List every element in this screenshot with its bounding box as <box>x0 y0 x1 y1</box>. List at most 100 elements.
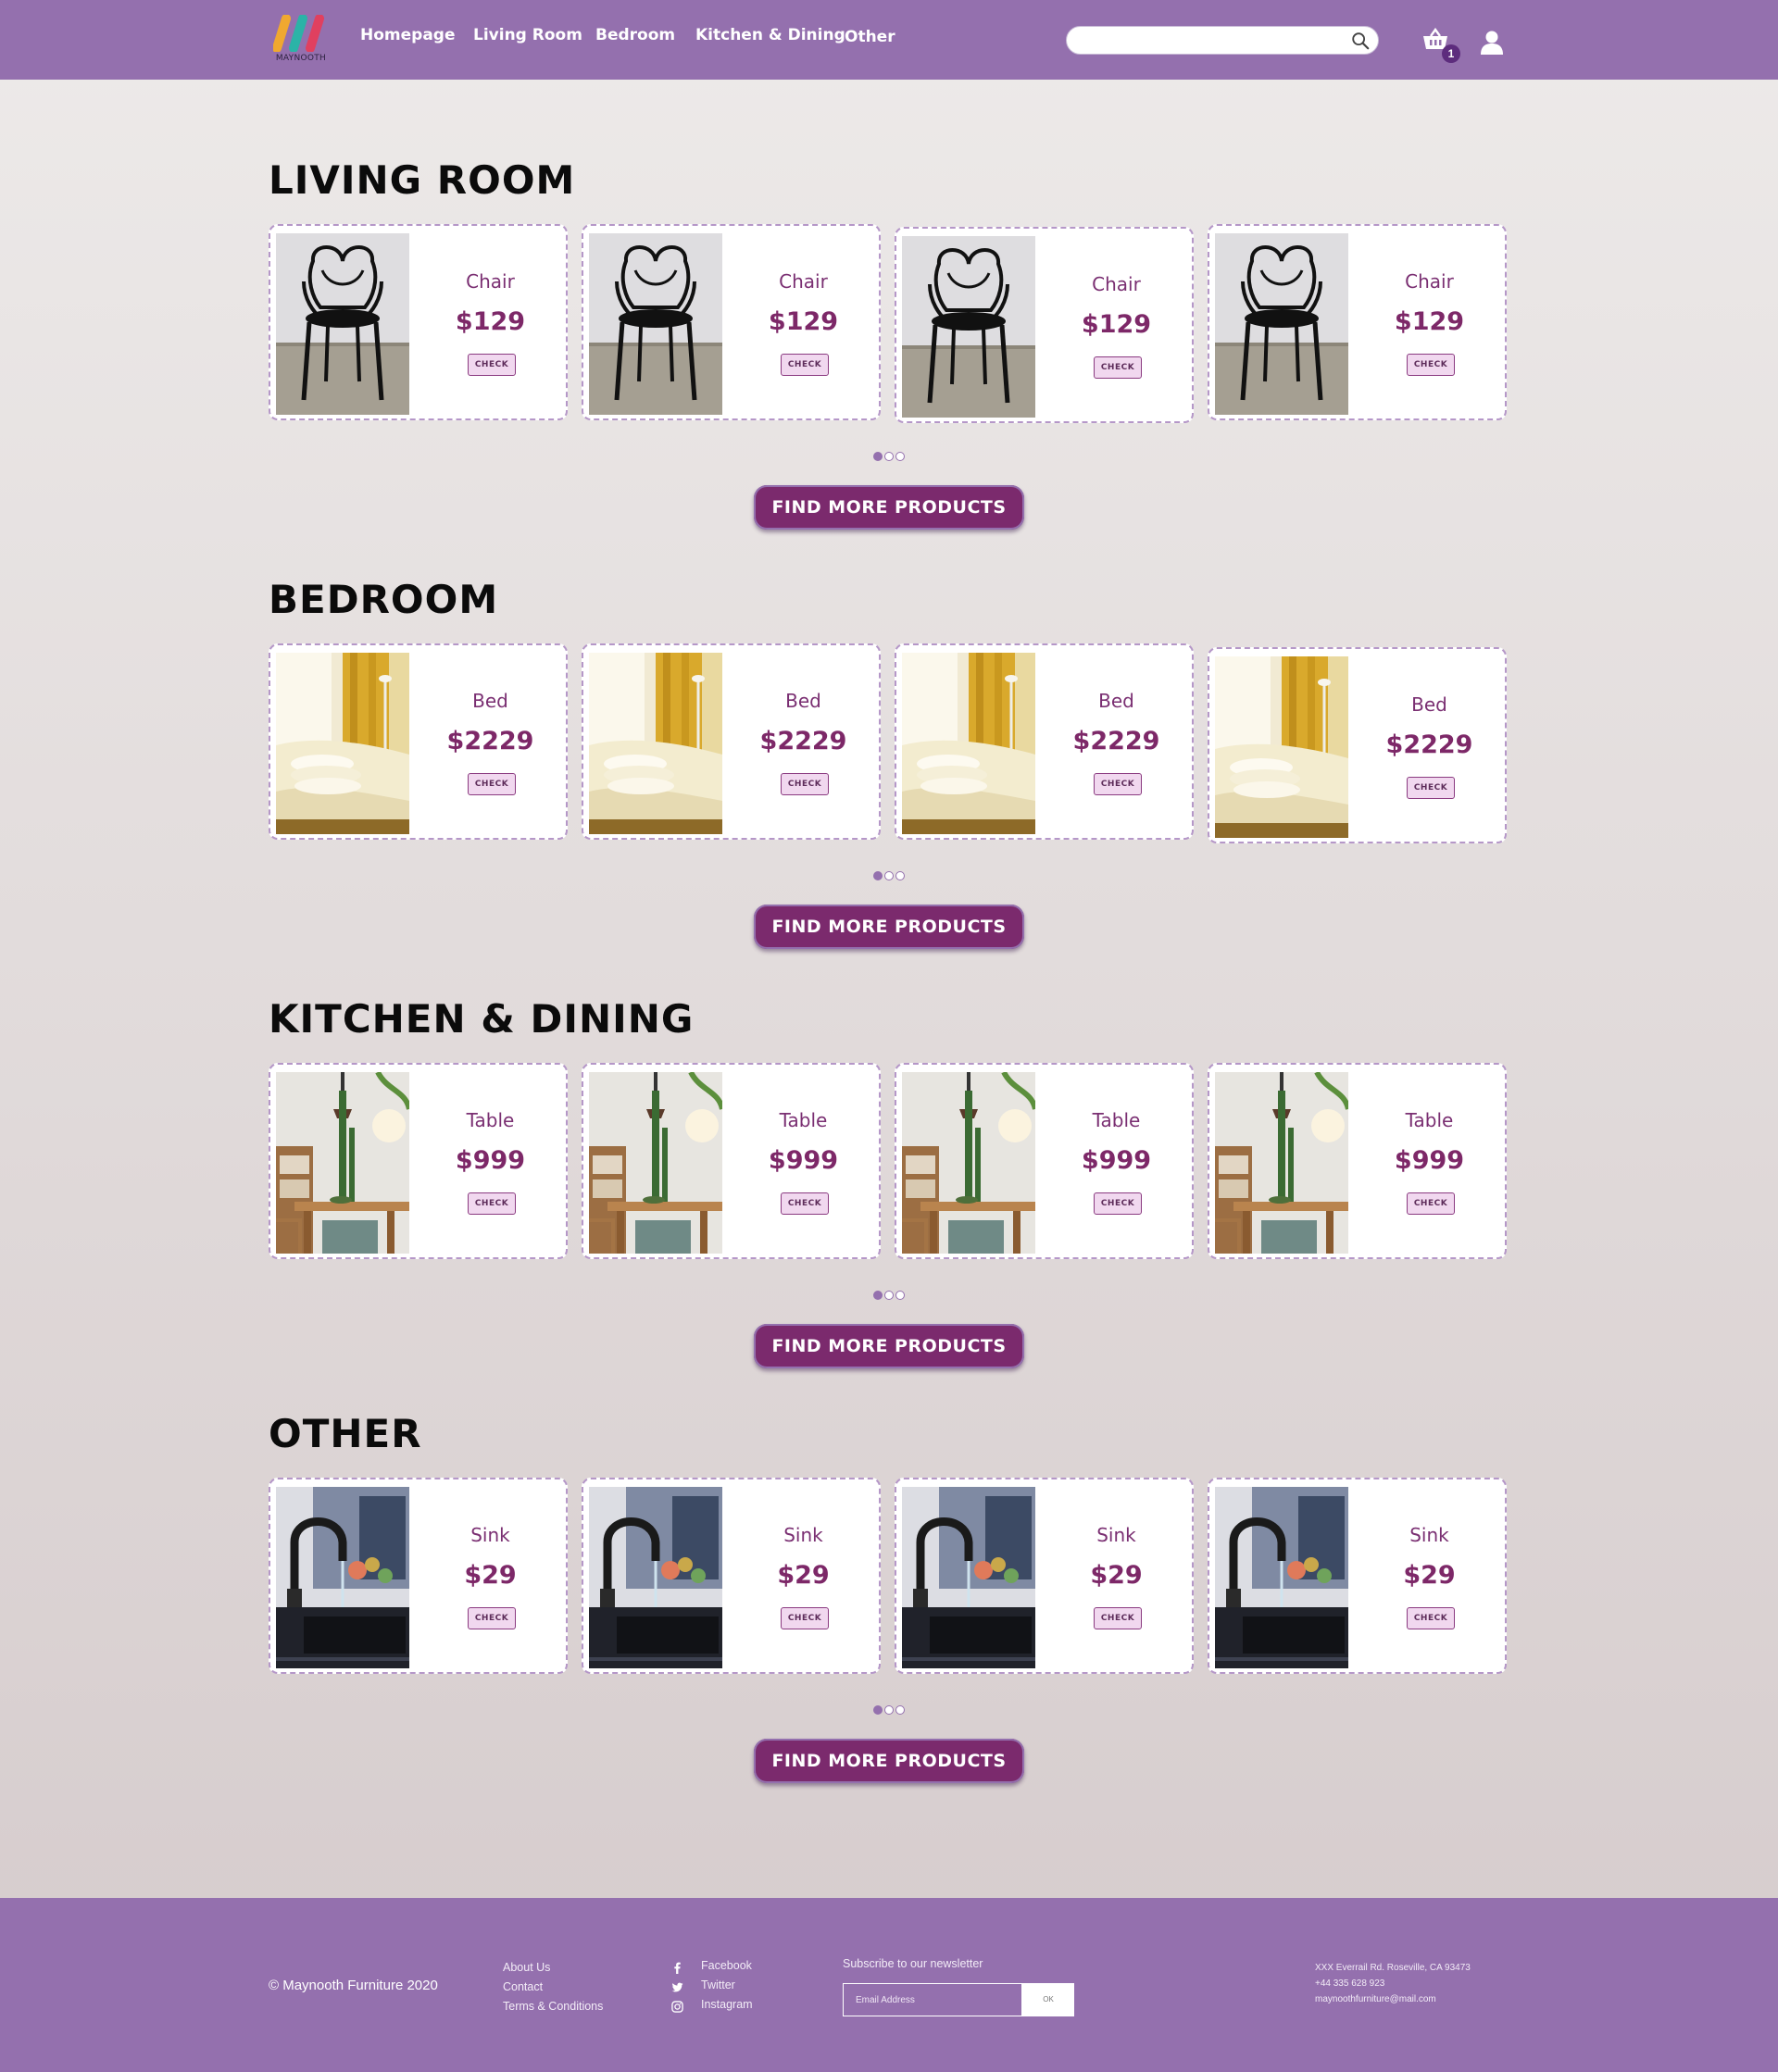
carousel-dot[interactable] <box>895 1705 905 1715</box>
footer-link-about[interactable]: About Us <box>503 1961 603 1980</box>
carousel-dot[interactable] <box>884 452 894 461</box>
social-label: Twitter <box>701 1978 735 1991</box>
find-more-products-button[interactable]: FIND MORE PRODUCTS <box>754 1739 1024 1783</box>
product-name: Sink <box>1409 1524 1449 1546</box>
footer: © Maynooth Furniture 2020 About Us Conta… <box>0 1898 1778 2072</box>
subscribe-ok-button[interactable]: OK <box>1022 1983 1074 2016</box>
product-card[interactable]: Sink $29 CHECK <box>895 1478 1194 1674</box>
product-name: Table <box>1092 1109 1141 1131</box>
cart-count-badge: 1 <box>1442 44 1460 63</box>
product-price: $29 <box>777 1561 830 1590</box>
section-title: BEDROOM <box>269 577 499 622</box>
check-button[interactable]: CHECK <box>468 1192 516 1215</box>
carousel-dot[interactable] <box>895 452 905 461</box>
carousel-dot[interactable] <box>873 452 883 461</box>
footer-link-terms[interactable]: Terms & Conditions <box>503 2000 603 2019</box>
product-price: $2229 <box>1385 730 1473 759</box>
search-icon[interactable] <box>1350 31 1371 51</box>
product-image <box>589 1072 722 1254</box>
product-card[interactable]: Bed $2229 CHECK <box>1208 647 1507 843</box>
product-name: Bed <box>785 690 821 712</box>
product-card[interactable]: Chair $129 CHECK <box>1208 224 1507 420</box>
logo-icon <box>273 15 324 52</box>
carousel-dot[interactable] <box>884 871 894 880</box>
check-button[interactable]: CHECK <box>468 354 516 376</box>
product-price: $29 <box>1090 1561 1143 1590</box>
product-price: $999 <box>1394 1146 1465 1175</box>
check-button[interactable]: CHECK <box>1407 1607 1455 1629</box>
product-image <box>902 1487 1035 1668</box>
product-carousel: Chair $129 CHECK Chair $129 CHECK Chair … <box>269 224 1509 424</box>
newsletter-title: Subscribe to our newsletter <box>843 1957 983 1970</box>
product-card[interactable]: Table $999 CHECK <box>1208 1063 1507 1259</box>
carousel-dot[interactable] <box>873 871 883 880</box>
nav-other[interactable]: Other <box>845 28 895 46</box>
check-button[interactable]: CHECK <box>1407 777 1455 799</box>
product-card[interactable]: Sink $29 CHECK <box>1208 1478 1507 1674</box>
product-card[interactable]: Table $999 CHECK <box>269 1063 568 1259</box>
check-button[interactable]: CHECK <box>1094 1607 1142 1629</box>
nav-living-room[interactable]: Living Room <box>473 26 582 44</box>
search-bar <box>1066 26 1379 55</box>
carousel-dots <box>873 1291 910 1302</box>
nav-kitchen-dining[interactable]: Kitchen & Dining <box>695 26 845 44</box>
contact-info: XXX Everrail Rd. Roseville, CA 93473 +44… <box>1315 1963 1471 2010</box>
product-name: Bed <box>1411 693 1447 716</box>
product-card[interactable]: Bed $2229 CHECK <box>582 643 881 840</box>
search-input[interactable] <box>1080 31 1339 51</box>
email-address[interactable]: maynoothfurniture@mail.com <box>1315 1994 1471 2010</box>
carousel-dot[interactable] <box>884 1291 894 1300</box>
product-image <box>1215 656 1348 838</box>
product-card[interactable]: Chair $129 CHECK <box>582 224 881 420</box>
footer-link-contact[interactable]: Contact <box>503 1980 603 2000</box>
check-button[interactable]: CHECK <box>781 773 829 795</box>
check-button[interactable]: CHECK <box>781 1607 829 1629</box>
check-button[interactable]: CHECK <box>468 773 516 795</box>
carousel-dots <box>873 1705 910 1716</box>
find-more-products-button[interactable]: FIND MORE PRODUCTS <box>754 1324 1024 1368</box>
product-image <box>1215 1072 1348 1254</box>
product-card[interactable]: Table $999 CHECK <box>895 1063 1194 1259</box>
carousel-dot[interactable] <box>873 1705 883 1715</box>
find-more-products-button[interactable]: FIND MORE PRODUCTS <box>754 485 1024 530</box>
find-more-products-button[interactable]: FIND MORE PRODUCTS <box>754 905 1024 949</box>
product-card[interactable]: Chair $129 CHECK <box>895 227 1194 423</box>
product-image <box>902 1072 1035 1254</box>
product-name: Table <box>1405 1109 1454 1131</box>
check-button[interactable]: CHECK <box>1094 773 1142 795</box>
email-field[interactable] <box>843 1983 1022 2016</box>
product-image <box>276 233 409 415</box>
check-button[interactable]: CHECK <box>1407 1192 1455 1215</box>
carousel-dot[interactable] <box>895 871 905 880</box>
cart-button[interactable]: 1 <box>1421 27 1460 65</box>
product-price: $999 <box>768 1146 839 1175</box>
product-card[interactable]: Chair $129 CHECK <box>269 224 568 420</box>
check-button[interactable]: CHECK <box>781 354 829 376</box>
carousel-dot[interactable] <box>895 1291 905 1300</box>
check-button[interactable]: CHECK <box>468 1607 516 1629</box>
product-card[interactable]: Bed $2229 CHECK <box>269 643 568 840</box>
nav-homepage[interactable]: Homepage <box>360 26 456 44</box>
product-card[interactable]: Sink $29 CHECK <box>269 1478 568 1674</box>
brand-logo[interactable]: MAYNOOTH <box>269 13 332 67</box>
product-price: $999 <box>1081 1146 1152 1175</box>
check-button[interactable]: CHECK <box>1094 356 1142 379</box>
check-button[interactable]: CHECK <box>1407 354 1455 376</box>
product-image <box>276 653 409 834</box>
check-button[interactable]: CHECK <box>781 1192 829 1215</box>
user-icon[interactable] <box>1479 30 1505 56</box>
product-card[interactable]: Bed $2229 CHECK <box>895 643 1194 840</box>
product-card[interactable]: Sink $29 CHECK <box>582 1478 881 1674</box>
section-title: LIVING ROOM <box>269 157 576 203</box>
carousel-dot[interactable] <box>873 1291 883 1300</box>
social-label: Instagram <box>701 1998 753 2011</box>
social-label: Facebook <box>701 1959 752 1972</box>
product-price: $129 <box>768 307 839 336</box>
carousel-dot[interactable] <box>884 1705 894 1715</box>
section-other: OTHER Sink $29 CHECK Sink $29 CHECK Sink… <box>269 1411 1509 1791</box>
instagram-icon <box>671 2001 683 2013</box>
product-card[interactable]: Table $999 CHECK <box>582 1063 881 1259</box>
footer-links: About Us Contact Terms & Conditions <box>503 1961 603 2019</box>
nav-bedroom[interactable]: Bedroom <box>595 26 675 44</box>
check-button[interactable]: CHECK <box>1094 1192 1142 1215</box>
